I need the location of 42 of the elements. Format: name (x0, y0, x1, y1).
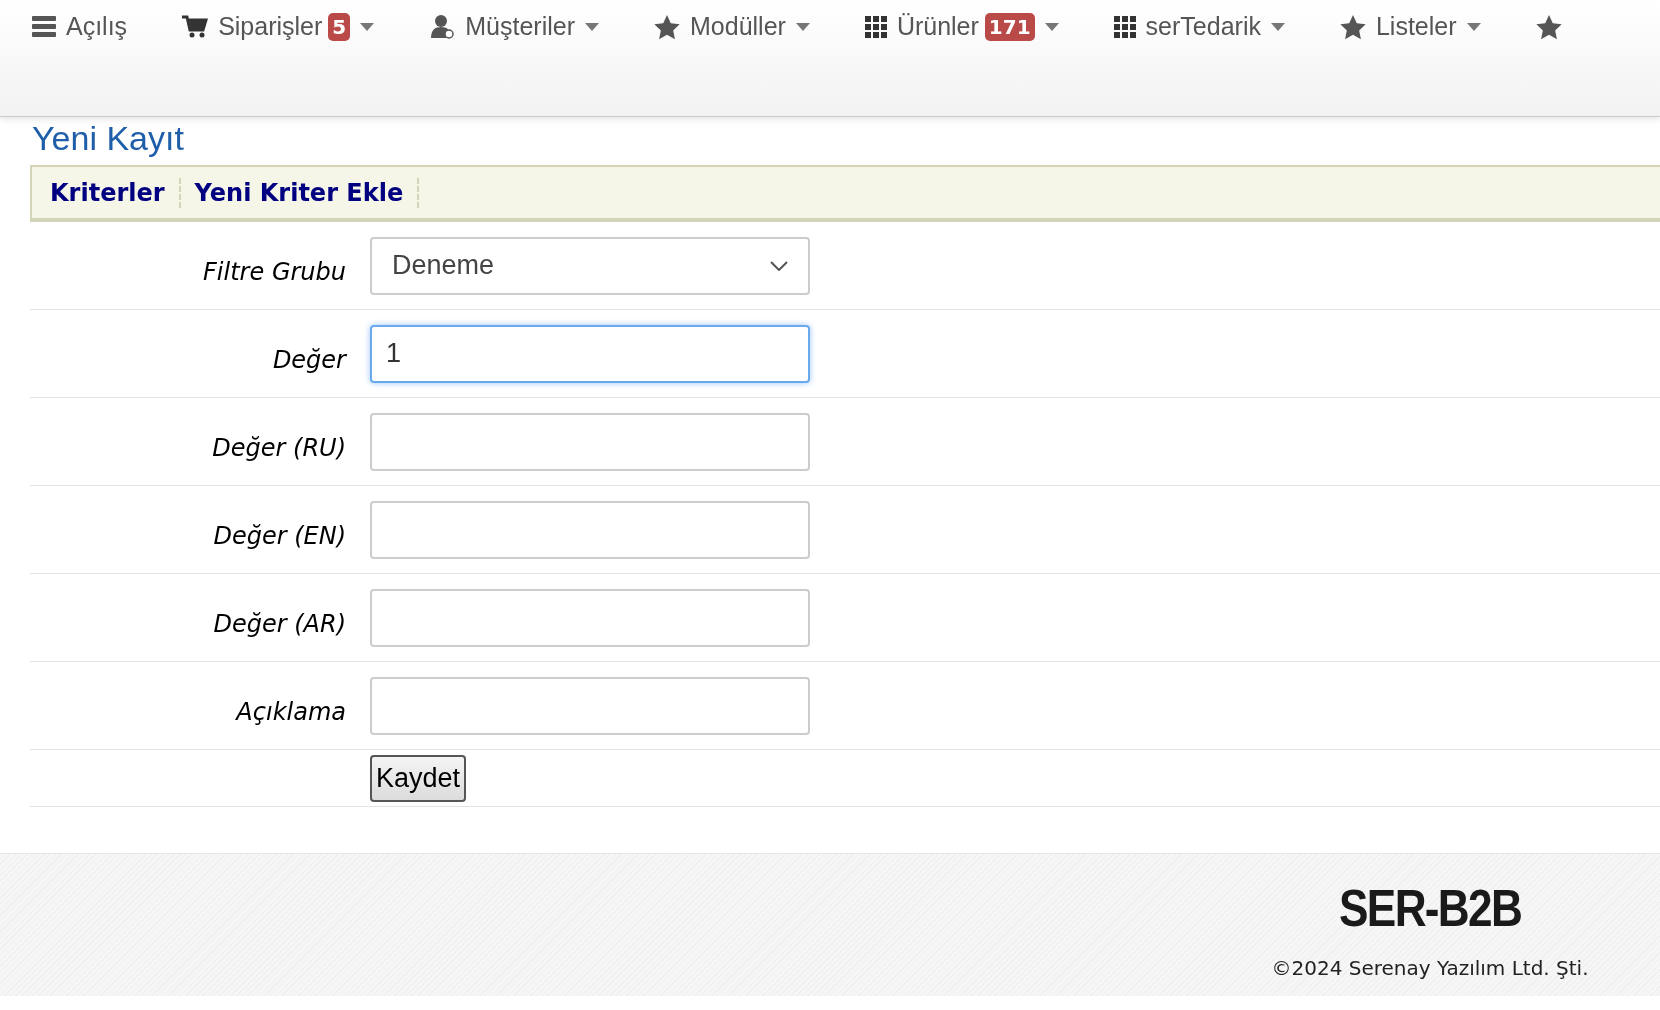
text-field[interactable] (370, 588, 810, 647)
count-badge: 5 (328, 13, 351, 41)
star-icon (1535, 14, 1562, 40)
caret-icon (1466, 23, 1481, 31)
nav-menu-item[interactable]: serTedarik (1113, 11, 1285, 43)
nav-menu-item[interactable]: Ürünler 171 (864, 11, 1059, 43)
save-button[interactable]: Kaydet (370, 754, 467, 802)
grid-icon (1113, 16, 1136, 38)
cart-icon (182, 15, 209, 39)
count-badge: 171 (984, 13, 1035, 41)
text-field[interactable]: 1 (370, 324, 810, 383)
field-label: Açıklama (236, 696, 346, 728)
text-field[interactable] (370, 412, 810, 471)
nav-menu-item[interactable]: Modüller (654, 11, 810, 43)
user-icon (429, 14, 456, 40)
tab-link[interactable]: Yeni Kriter Ekle (180, 177, 420, 208)
nav-menu-item[interactable]: Listeler (1339, 11, 1481, 43)
caret-icon (585, 23, 599, 31)
star-icon (1339, 14, 1366, 40)
tab-link[interactable]: Kriterler (50, 177, 181, 208)
dropdown-select[interactable]: Deneme (370, 236, 810, 295)
nav-menu-item[interactable]: Müşteriler (429, 11, 599, 43)
caret-icon (1270, 23, 1285, 31)
field-label: Değer (EN) (213, 520, 346, 552)
field-label: Değer (RU) (212, 432, 346, 464)
text-field[interactable] (370, 676, 810, 735)
chevron-down-icon (770, 260, 788, 271)
caret-icon (1044, 23, 1059, 31)
nav-menu-item[interactable]: Açılış (32, 11, 128, 43)
text-field[interactable] (370, 500, 810, 559)
page-title: Yeni Kayıt (32, 119, 185, 157)
server-icon (32, 16, 56, 38)
caret-icon (360, 23, 375, 31)
field-label: Filtre Grubu (203, 256, 346, 288)
star-icon (654, 14, 680, 40)
caret-icon (795, 23, 810, 31)
copyright-text: ©2024 Serenay Yazılım Ltd. Şti. (1271, 955, 1589, 982)
brand-logo: SER-B2B (1338, 878, 1522, 939)
field-label: Değer (272, 344, 346, 376)
nav-menu-item[interactable]: Siparişler 5 (182, 11, 375, 43)
grid-icon (864, 16, 887, 38)
field-label: Değer (AR) (213, 608, 346, 640)
